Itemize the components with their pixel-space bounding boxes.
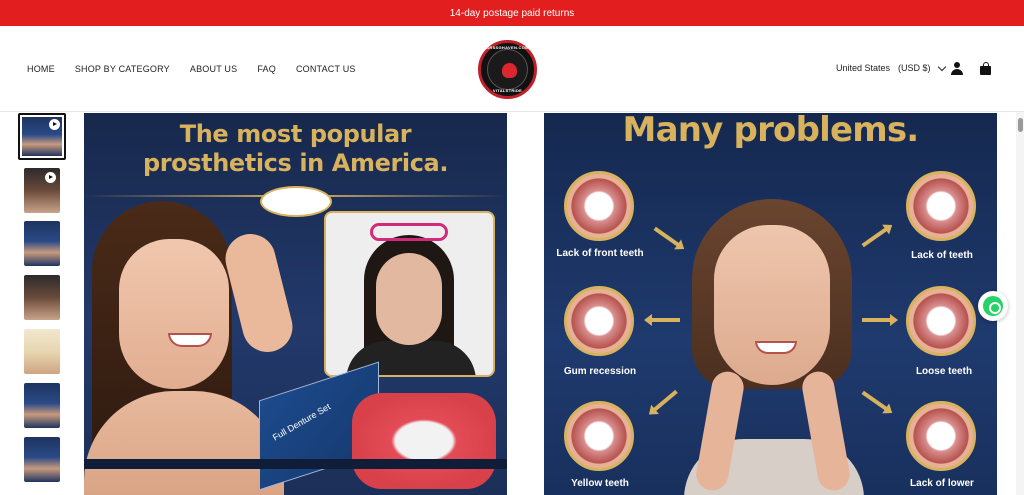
cart-icon[interactable] [979, 62, 992, 75]
label-lack-of-front-teeth: Lack of front teeth [556, 248, 644, 259]
mouth-circle-lack-teeth [906, 171, 976, 241]
whatsapp-chat-button[interactable] [978, 291, 1008, 321]
locale-currency: (USD $) [898, 63, 931, 73]
account-icon-head [954, 62, 960, 68]
label-yellow-teeth: Yellow teeth [571, 478, 629, 489]
locale-selector[interactable]: United States (USD $) [836, 62, 946, 73]
arrow-icon [862, 314, 898, 326]
smiling-mature-woman-photo [684, 199, 864, 495]
mature-woman-face [714, 225, 830, 385]
play-icon [49, 119, 60, 130]
chevron-down-icon [937, 62, 946, 71]
gallery-thumbnails [18, 113, 66, 495]
announcement-bar: 14-day postage paid returns [0, 0, 1024, 26]
woman-face [119, 239, 229, 389]
image-bottom-strip [84, 459, 507, 469]
mouth-circle-loose [906, 286, 976, 356]
thumbnail-5[interactable] [24, 329, 60, 374]
label-loose-teeth: Loose teeth [915, 366, 973, 377]
mouth-circle-yellow [564, 401, 634, 471]
thumbnail-image [24, 383, 60, 428]
arrow-icon [653, 226, 681, 248]
page-scrollbar[interactable] [1016, 112, 1024, 495]
sunglasses-icon [370, 223, 448, 241]
label-gum-recession: Gum recession [563, 366, 637, 377]
whatsapp-icon [983, 296, 1003, 316]
arrow-icon [652, 389, 678, 413]
nav-about-us[interactable]: ABOUT US [190, 64, 237, 74]
mature-woman-smile [755, 341, 797, 354]
thumbnail-4[interactable] [24, 275, 60, 320]
account-icon[interactable] [950, 62, 964, 76]
arrow-icon [650, 318, 680, 322]
arrow-icon [861, 226, 889, 248]
tooth-icon [502, 63, 517, 78]
mouth-circle-gum [564, 286, 634, 356]
thumbnail-3[interactable] [24, 221, 60, 266]
inset-photo [324, 211, 495, 377]
product-image-2[interactable]: Many problems. Lack of front teeth Gum r… [544, 113, 997, 495]
label-lack-of-teeth: Lack of teeth [911, 250, 973, 261]
account-icon-body [951, 69, 963, 75]
thumbnail-6[interactable] [24, 383, 60, 428]
image-headline-line-1: The most popular [179, 120, 412, 148]
locale-country: United States [836, 63, 891, 73]
thumbnail-image [24, 275, 60, 320]
cart-icon-bag [980, 66, 991, 75]
logo-emblem [487, 49, 528, 90]
arrow-icon [861, 390, 889, 412]
thumbnail-image [24, 437, 60, 482]
denture-set-photo [352, 393, 496, 489]
nav-shop-by-category[interactable]: SHOP BY CATEGORY [75, 64, 170, 74]
play-icon [45, 172, 56, 183]
main-nav: HOME SHOP BY CATEGORY ABOUT US FAQ CONTA… [27, 64, 356, 74]
image-headline: Many problems. [622, 113, 920, 150]
announcement-text: 14-day postage paid returns [449, 7, 575, 19]
inset-face [376, 253, 442, 345]
product-image-1[interactable]: The most popular prosthetics in America.… [84, 113, 507, 495]
mouth-circle-front-teeth [564, 171, 634, 241]
thumbnail-1[interactable] [18, 113, 66, 160]
site-logo[interactable]: ARSSGHAVEN.COM VITALSTRIDE [478, 40, 537, 99]
thumbnail-7[interactable] [24, 437, 60, 482]
thumbnail-image [24, 329, 60, 374]
image-headline-line-2: prosthetics in America. [142, 149, 449, 177]
label-lack-of-lower: Lack of lower [910, 478, 974, 489]
site-header: HOME SHOP BY CATEGORY ABOUT US FAQ CONTA… [0, 26, 1024, 112]
logo-bottom-text: VITALSTRIDE [492, 88, 523, 93]
thumbnail-2[interactable] [24, 168, 60, 213]
mouth-circle-lower [906, 401, 976, 471]
thumbnail-image [24, 221, 60, 266]
nav-faq[interactable]: FAQ [257, 64, 276, 74]
scrollbar-thumb[interactable] [1018, 118, 1023, 132]
nav-home[interactable]: HOME [27, 64, 55, 74]
nav-contact-us[interactable]: CONTACT US [296, 64, 356, 74]
